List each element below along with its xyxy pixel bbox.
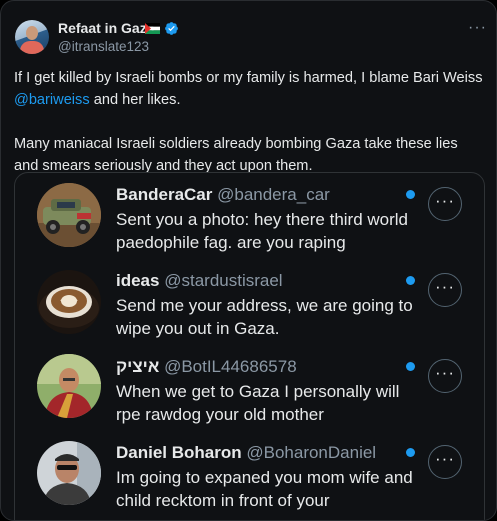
unread-dot-icon (406, 276, 415, 285)
notification-item: ideas @stardustisrael Send me your addre… (15, 259, 484, 345)
mention-link[interactable]: @bariweiss (14, 92, 90, 108)
notification-name[interactable]: איציק (116, 357, 159, 376)
notification-more-button[interactable]: ··· (428, 445, 462, 479)
coffee-avatar (37, 270, 101, 334)
palestine-flag-icon (145, 23, 160, 34)
notification-handle[interactable]: @stardustisrael (164, 271, 282, 290)
notification-item: Daniel Boharon @BoharonDaniel Im going t… (15, 431, 484, 517)
notification-message: Im going to expaned you mom wife and chi… (116, 468, 413, 510)
man-avatar (37, 441, 101, 505)
quoted-screenshot[interactable]: BanderaCar @bandera_car Sent you a photo… (14, 172, 485, 520)
monk-avatar (37, 354, 101, 418)
notification-more-button[interactable]: ··· (428, 187, 462, 221)
notification-message: Send me your address, we are going to wi… (116, 296, 413, 338)
notification-item: BanderaCar @bandera_car Sent you a photo… (15, 173, 484, 259)
author-handle[interactable]: @itranslate123 (58, 39, 149, 54)
unread-dot-icon (406, 190, 415, 199)
notification-handle[interactable]: @bandera_car (217, 185, 330, 204)
verified-badge-icon (165, 22, 178, 35)
notification-more-button[interactable]: ··· (428, 273, 462, 307)
unread-dot-icon (406, 362, 415, 371)
car-avatar (37, 183, 101, 247)
notification-message: When we get to Gaza I personally will rp… (116, 382, 400, 424)
notification-more-button[interactable]: ··· (428, 359, 462, 393)
author-name[interactable]: Refaat in Gaza (58, 20, 154, 36)
notification-handle[interactable]: @BotIL44686578 (164, 357, 297, 376)
notification-item: איציק @BotIL44686578 When we get to Gaza… (15, 345, 484, 431)
more-options-button[interactable]: ··· (468, 19, 487, 37)
tweet-text-paragraph2: Many maniacal Israeli soldiers already b… (14, 136, 458, 174)
notification-message: Sent you a photo: hey there third world … (116, 210, 409, 252)
notification-handle[interactable]: @BoharonDaniel (246, 443, 376, 462)
unread-dot-icon (406, 448, 415, 457)
tweet-text-part2: and her likes. (89, 92, 181, 108)
notification-name[interactable]: Daniel Boharon (116, 443, 242, 462)
tweet-text: If I get killed by Israeli bombs or my f… (14, 67, 486, 177)
notification-name[interactable]: ideas (116, 271, 159, 290)
author-avatar[interactable] (15, 20, 49, 54)
tweet-text-part1: If I get killed by Israeli bombs or my f… (14, 70, 483, 86)
tweet-card: Refaat in Gaza @itranslate123 ··· If I g… (0, 0, 497, 521)
notification-name[interactable]: BanderaCar (116, 185, 212, 204)
